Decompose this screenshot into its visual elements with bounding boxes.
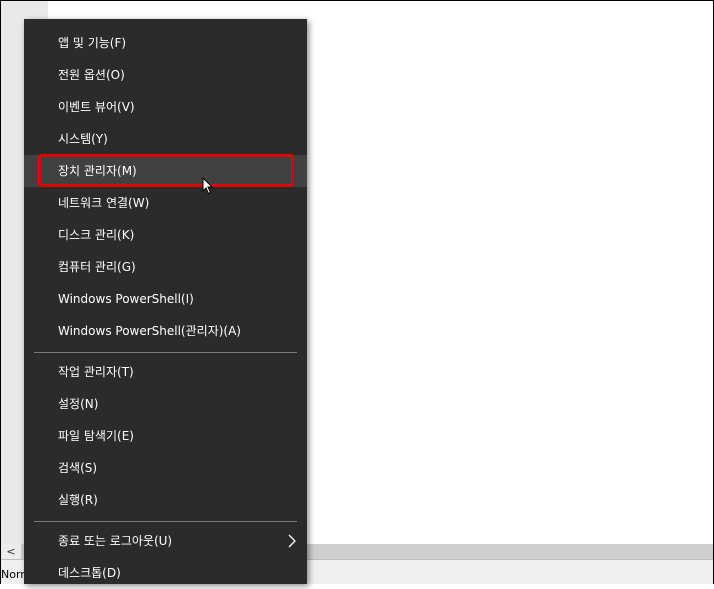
menu-item-disk-management[interactable]: 디스크 관리(K) <box>24 219 307 251</box>
menu-item-label: 네트워크 연결(W) <box>58 196 150 210</box>
menu-item-system[interactable]: 시스템(Y) <box>24 123 307 155</box>
menu-item-label: 디스크 관리(K) <box>58 228 135 242</box>
menu-item-label: 종료 또는 로그아웃(U) <box>58 534 173 548</box>
menu-item-label: 작업 관리자(T) <box>58 365 134 379</box>
menu-item-file-explorer[interactable]: 파일 탐색기(E) <box>24 420 307 452</box>
menu-item-powershell-admin[interactable]: Windows PowerShell(관리자)(A) <box>24 315 307 347</box>
menu-item-label: 이벤트 뷰어(V) <box>58 100 135 114</box>
menu-item-shutdown-signout[interactable]: 종료 또는 로그아웃(U) <box>24 525 307 557</box>
menu-item-settings[interactable]: 설정(N) <box>24 388 307 420</box>
menu-item-label: 전원 옵션(O) <box>58 68 125 82</box>
menu-item-power-options[interactable]: 전원 옵션(O) <box>24 59 307 91</box>
menu-item-label: 검색(S) <box>58 461 98 475</box>
menu-item-label: 파일 탐색기(E) <box>58 429 134 443</box>
menu-item-search[interactable]: 검색(S) <box>24 452 307 484</box>
chevron-right-icon <box>288 534 296 548</box>
scroll-left-button[interactable]: < <box>1 544 21 559</box>
menu-item-label: 컴퓨터 관리(G) <box>58 260 136 274</box>
menu-item-label: Windows PowerShell(관리자)(A) <box>58 324 241 338</box>
menu-item-label: 실행(R) <box>58 493 98 507</box>
winx-context-menu: 앱 및 기능(F) 전원 옵션(O) 이벤트 뷰어(V) 시스템(Y) 장치 관… <box>24 19 307 584</box>
menu-item-computer-management[interactable]: 컴퓨터 관리(G) <box>24 251 307 283</box>
menu-item-desktop[interactable]: 데스크톱(D) <box>24 557 307 589</box>
menu-item-apps-features[interactable]: 앱 및 기능(F) <box>24 27 307 59</box>
menu-item-run[interactable]: 실행(R) <box>24 484 307 516</box>
menu-item-label: 데스크톱(D) <box>58 566 121 580</box>
menu-item-label: Windows PowerShell(I) <box>58 292 194 306</box>
menu-item-event-viewer[interactable]: 이벤트 뷰어(V) <box>24 91 307 123</box>
menu-item-task-manager[interactable]: 작업 관리자(T) <box>24 356 307 388</box>
mouse-pointer-icon <box>202 177 214 195</box>
menu-item-label: 앱 및 기능(F) <box>58 36 127 50</box>
menu-separator <box>34 352 297 353</box>
menu-separator <box>34 521 297 522</box>
menu-item-powershell[interactable]: Windows PowerShell(I) <box>24 283 307 315</box>
menu-item-label: 시스템(Y) <box>58 132 108 146</box>
highlight-annotation <box>38 154 294 187</box>
menu-item-network-connections[interactable]: 네트워크 연결(W) <box>24 187 307 219</box>
menu-item-label: 설정(N) <box>58 397 99 411</box>
